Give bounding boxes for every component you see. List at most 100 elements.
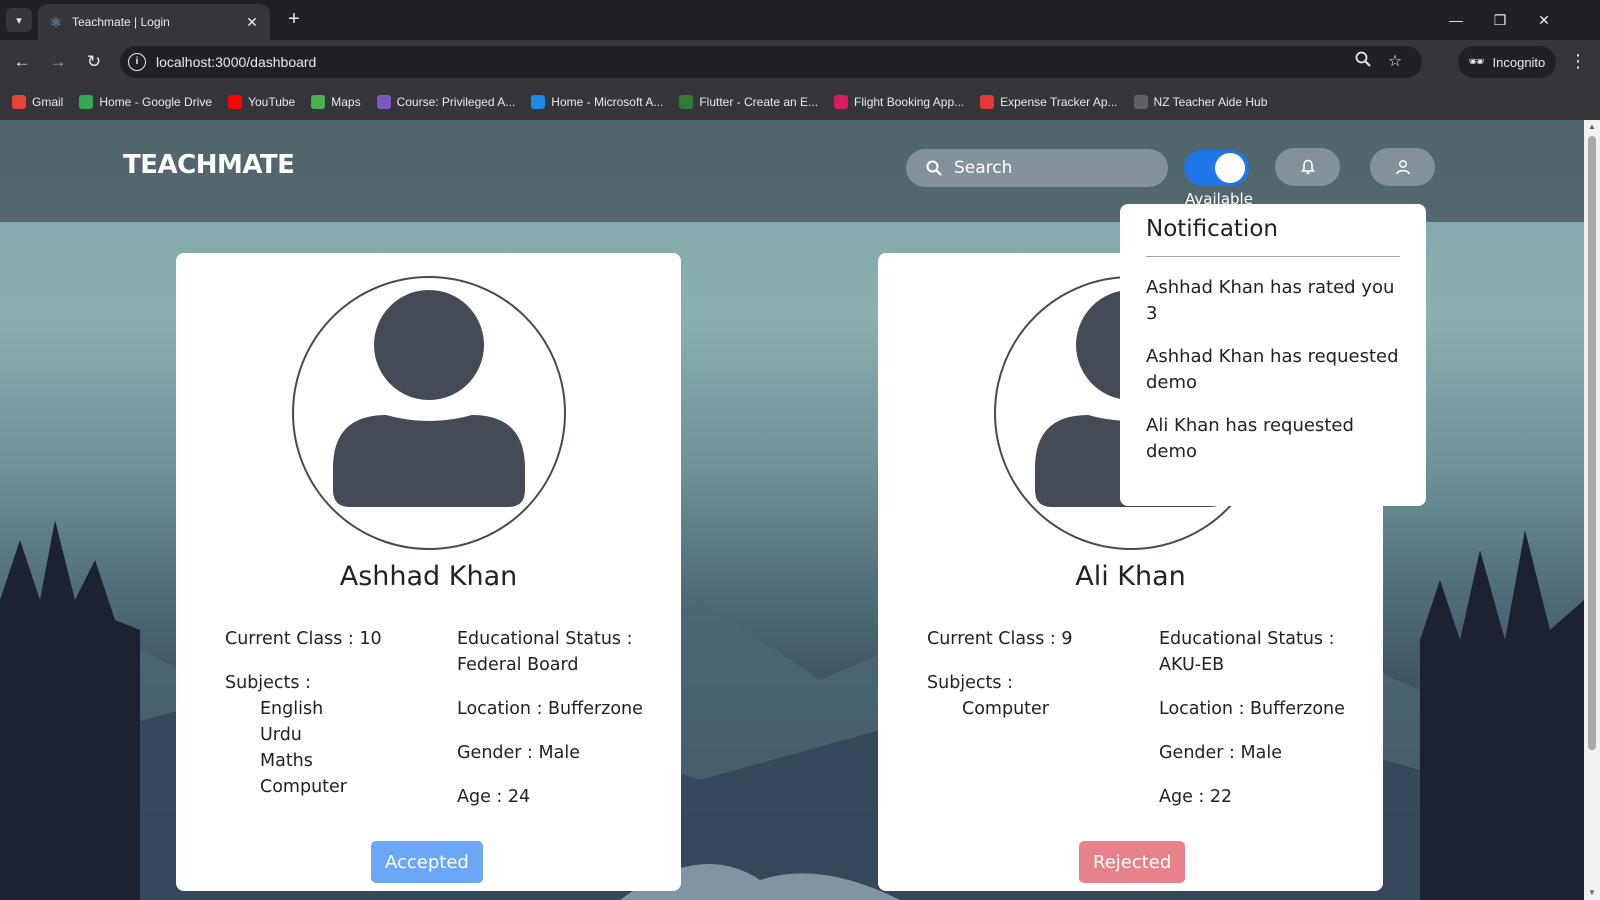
scroll-up-arrow-icon[interactable]: ▲ bbox=[1584, 120, 1600, 134]
profile-button[interactable] bbox=[1370, 148, 1435, 186]
bookmark-label: Flight Booking App... bbox=[854, 95, 965, 109]
tab-title: Teachmate | Login bbox=[72, 15, 170, 29]
user-icon bbox=[1395, 160, 1410, 175]
bookmark-favicon-icon bbox=[679, 95, 694, 109]
browser-menu-icon[interactable]: ⋮ bbox=[1566, 50, 1590, 74]
restore-window-button[interactable]: ❐ bbox=[1480, 8, 1520, 32]
new-tab-button[interactable]: + bbox=[282, 8, 306, 32]
zoom-icon[interactable] bbox=[1352, 51, 1374, 72]
education-label: Educational Status : bbox=[457, 629, 633, 649]
education-value: Federal Board bbox=[457, 655, 579, 675]
gender: Gender : Male bbox=[457, 743, 580, 763]
student-card: Ashhad Khan Current Class : 10 Subjects … bbox=[176, 253, 681, 891]
search-icon bbox=[926, 160, 942, 176]
back-icon[interactable]: ← bbox=[10, 50, 34, 74]
bookmark-favicon-icon bbox=[531, 95, 546, 109]
incognito-label: Incognito bbox=[1492, 54, 1546, 70]
address-bar[interactable]: i localhost:3000/dashboard ☆ bbox=[120, 46, 1422, 78]
education-value: AKU-EB bbox=[1159, 655, 1225, 675]
bookmark-item[interactable]: Flight Booking App... bbox=[834, 95, 964, 109]
bookmark-item[interactable]: Expense Tracker Ap... bbox=[980, 95, 1118, 109]
notification-item[interactable]: Ali Khan has requested demo bbox=[1146, 413, 1400, 465]
current-class: Current Class : 10 bbox=[225, 629, 382, 649]
bookmark-item[interactable]: Flutter - Create an E... bbox=[679, 95, 818, 109]
brand-logo[interactable]: TEACHMATE bbox=[123, 150, 295, 180]
accepted-status-button[interactable]: Accepted bbox=[371, 841, 483, 883]
page-scrollbar[interactable]: ▲ ▼ bbox=[1584, 120, 1600, 900]
availability-toggle[interactable] bbox=[1184, 150, 1249, 186]
student-right-column: Educational Status : AKU-EB Location : B… bbox=[1159, 626, 1379, 828]
bookmark-label: YouTube bbox=[248, 95, 296, 109]
bookmark-label: Maps bbox=[331, 95, 361, 109]
bookmark-favicon-icon bbox=[834, 95, 849, 109]
age: Age : 22 bbox=[1159, 787, 1233, 807]
location: Location : Bufferzone bbox=[1159, 699, 1345, 719]
bookmark-item[interactable]: NZ Teacher Aide Hub bbox=[1133, 95, 1268, 109]
rejected-status-button[interactable]: Rejected bbox=[1079, 841, 1186, 883]
notification-dropdown: Notification Ashhad Khan has rated you 3… bbox=[1120, 204, 1426, 506]
subject-item: Computer bbox=[962, 699, 1049, 719]
scrollbar-thumb[interactable] bbox=[1588, 136, 1596, 750]
browser-tab[interactable]: ⚛ Teachmate | Login ✕ bbox=[38, 4, 270, 40]
tab-strip: ▾ ⚛ Teachmate | Login ✕ + — ❐ ✕ bbox=[0, 0, 1600, 40]
bookmark-item[interactable]: Gmail bbox=[12, 95, 63, 109]
bell-icon bbox=[1300, 159, 1315, 175]
student-left-column: Current Class : 9 Subjects : Computer bbox=[927, 626, 1142, 722]
current-class: Current Class : 9 bbox=[927, 629, 1073, 649]
bookmark-label: Home - Microsoft A... bbox=[551, 95, 664, 109]
tab-search-button[interactable]: ▾ bbox=[6, 8, 32, 32]
bookmark-label: Expense Tracker Ap... bbox=[1000, 95, 1118, 109]
subject-item: Maths bbox=[260, 751, 313, 771]
bookmark-label: Course: Privileged A... bbox=[396, 95, 516, 109]
bookmark-label: Home - Google Drive bbox=[99, 95, 213, 109]
reload-icon[interactable]: ↻ bbox=[82, 50, 106, 74]
minimize-window-button[interactable]: — bbox=[1436, 8, 1476, 32]
bookmark-label: NZ Teacher Aide Hub bbox=[1153, 95, 1268, 109]
location: Location : Bufferzone bbox=[457, 699, 643, 719]
forward-icon[interactable]: → bbox=[46, 50, 70, 74]
notification-item[interactable]: Ashhad Khan has requested demo bbox=[1146, 344, 1400, 396]
bookmark-item[interactable]: Home - Microsoft A... bbox=[531, 95, 663, 109]
bookmark-star-icon[interactable]: ☆ bbox=[1384, 51, 1406, 71]
close-window-button[interactable]: ✕ bbox=[1524, 8, 1564, 32]
incognito-badge[interactable]: 🕶 Incognito bbox=[1458, 46, 1556, 78]
bookmark-item[interactable]: Maps bbox=[311, 95, 361, 109]
bookmark-item[interactable]: YouTube bbox=[228, 95, 295, 109]
bookmark-favicon-icon bbox=[980, 95, 995, 109]
bookmark-label: Gmail bbox=[32, 95, 64, 109]
notification-button[interactable] bbox=[1275, 148, 1340, 186]
search-bar[interactable] bbox=[906, 149, 1168, 187]
scroll-down-arrow-icon[interactable]: ▼ bbox=[1584, 886, 1600, 900]
subject-item: English bbox=[260, 699, 324, 719]
notification-item[interactable]: Ashhad Khan has rated you 3 bbox=[1146, 275, 1400, 327]
bookmarks-bar: Gmail Home - Google Drive YouTube Maps Cours… bbox=[0, 84, 1600, 120]
subjects-label: Subjects : bbox=[927, 673, 1013, 693]
address-url[interactable]: localhost:3000/dashboard bbox=[156, 54, 316, 70]
close-tab-icon[interactable]: ✕ bbox=[244, 14, 260, 31]
bookmark-item[interactable]: Course: Privileged A... bbox=[376, 95, 516, 109]
bookmark-label: Flutter - Create an E... bbox=[699, 95, 819, 109]
subjects-label: Subjects : bbox=[225, 673, 311, 693]
student-left-column: Current Class : 10 Subjects : English Ur… bbox=[225, 626, 440, 800]
browser-toolbar: ← → ↻ i localhost:3000/dashboard ☆ 🕶 Inc… bbox=[0, 40, 1600, 84]
education-label: Educational Status : bbox=[1159, 629, 1335, 649]
notification-title: Notification bbox=[1146, 216, 1400, 257]
gender: Gender : Male bbox=[1159, 743, 1282, 763]
page-viewport: TEACHMATE Available Ashhad Khan Current … bbox=[0, 120, 1584, 900]
student-name: Ashhad Khan bbox=[339, 561, 518, 592]
site-info-icon[interactable]: i bbox=[128, 53, 146, 71]
bookmark-favicon-icon bbox=[12, 95, 26, 109]
avatar-icon bbox=[292, 276, 566, 550]
bookmark-favicon-icon bbox=[311, 95, 326, 109]
subject-item: Computer bbox=[260, 777, 347, 797]
bookmark-favicon-icon bbox=[376, 95, 391, 109]
incognito-icon: 🕶 bbox=[1468, 54, 1485, 69]
subject-item: Urdu bbox=[260, 725, 302, 745]
bookmark-favicon-icon bbox=[1133, 95, 1148, 109]
toggle-knob bbox=[1215, 153, 1245, 183]
student-right-column: Educational Status : Federal Board Locat… bbox=[457, 626, 677, 828]
age: Age : 24 bbox=[457, 787, 531, 807]
react-favicon-icon: ⚛ bbox=[49, 14, 63, 30]
bookmark-item[interactable]: Home - Google Drive bbox=[79, 95, 212, 109]
search-input[interactable] bbox=[954, 158, 1154, 178]
